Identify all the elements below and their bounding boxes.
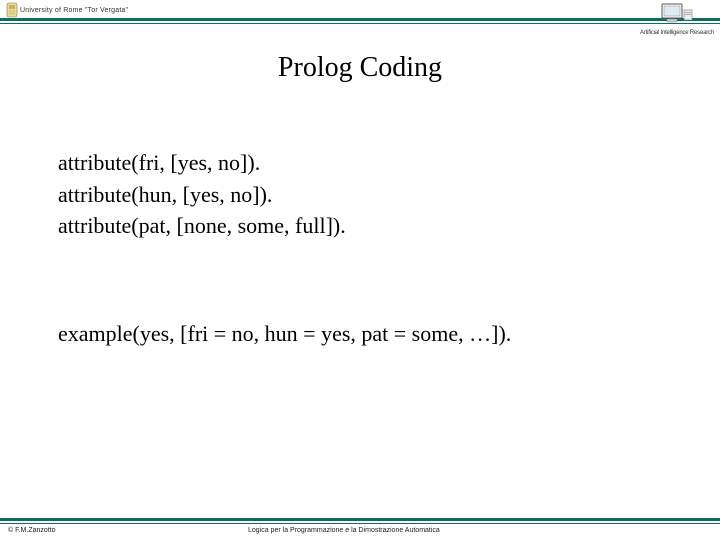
computer-icon [660, 2, 694, 29]
code-block: attribute(fri, [yes, no]). attribute(hun… [58, 148, 690, 241]
ai-group-label: Artificial Intelligence Research [640, 30, 714, 36]
code-line: attribute(fri, [yes, no]). [58, 148, 690, 178]
content: attribute(fri, [yes, no]). attribute(hun… [58, 148, 690, 347]
university-block: University of Rome "Tor Vergata" [6, 2, 128, 18]
code-line: attribute(hun, [yes, no]). [58, 180, 690, 210]
university-logo-icon [6, 2, 18, 18]
ai-group-block: Artificial Intelligence Research [640, 2, 714, 36]
copyright: © F.M.Zanzotto [0, 527, 208, 534]
course-name: Logica per la Programmazione e la Dimost… [208, 527, 440, 534]
header: University of Rome "Tor Vergata" Artific… [0, 0, 720, 32]
page-title: Prolog Coding [0, 52, 720, 84]
footer-divider [0, 518, 720, 524]
code-line: attribute(pat, [none, some, full]). [58, 211, 690, 241]
university-name: University of Rome "Tor Vergata" [20, 7, 128, 14]
footer: © F.M.Zanzotto Logica per la Programmazi… [0, 518, 720, 534]
header-divider [0, 18, 720, 24]
example-line: example(yes, [fri = no, hun = yes, pat =… [58, 321, 690, 347]
